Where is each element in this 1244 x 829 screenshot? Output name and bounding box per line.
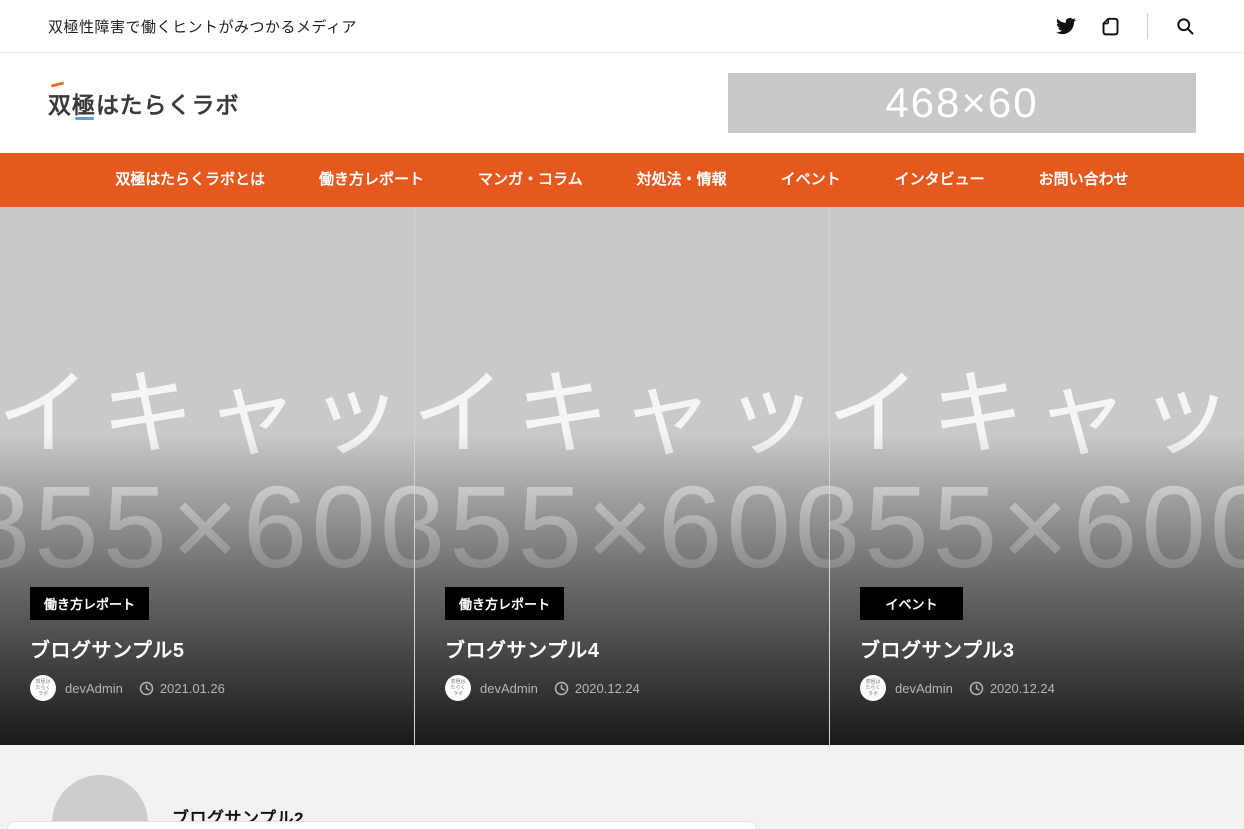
category-badge[interactable]: イベント: [860, 587, 963, 620]
hero-featured-posts: アイキャッチ 855×600 働き方レポート ブログサンプル5 双極はたらくラボ…: [0, 207, 1244, 745]
logo-blue-underline: [75, 117, 94, 120]
nav-item-about[interactable]: 双極はたらくラボとは: [88, 153, 292, 207]
site-logo[interactable]: 双極はたらくラボ: [48, 86, 240, 120]
category-badge[interactable]: 働き方レポート: [445, 587, 564, 620]
hero-post-1[interactable]: アイキャッチ 855×600 働き方レポート ブログサンプル5 双極はたらくラボ…: [0, 207, 414, 745]
post-title[interactable]: ブログサンプル4: [445, 634, 809, 663]
topbar-icons: [1055, 13, 1196, 39]
nav-item-contact[interactable]: お問い合わせ: [1012, 153, 1156, 207]
avatar-logo-text: 双極はたらくラボ: [449, 679, 467, 697]
latest-posts-section: アイキャッチ ブログサンプル2: [0, 745, 1244, 829]
main-nav: 双極はたらくラボとは 働き方レポート マンガ・コラム 対処法・情報 イベント イ…: [0, 153, 1244, 207]
post-meta: 双極はたらくラボ devAdmin 2021.01.26: [30, 675, 394, 701]
author-name: devAdmin: [65, 681, 123, 696]
nav-item-event[interactable]: イベント: [754, 153, 868, 207]
author-avatar: 双極はたらくラボ: [445, 675, 471, 701]
nav-item-coping-info[interactable]: 対処法・情報: [610, 153, 754, 207]
site-header: 双極はたらくラボ 468×60: [0, 53, 1244, 153]
author-name: devAdmin: [480, 681, 538, 696]
author-name: devAdmin: [895, 681, 953, 696]
post-title[interactable]: ブログサンプル3: [860, 634, 1224, 663]
author-avatar: 双極はたらくラボ: [860, 675, 886, 701]
ad-banner-468x60[interactable]: 468×60: [728, 73, 1196, 133]
top-bar: 双極性障害で働くヒントがみつかるメディア: [0, 0, 1244, 53]
hero-post-2[interactable]: アイキャッチ 855×600 働き方レポート ブログサンプル4 双極はたらくラボ…: [414, 207, 829, 745]
category-badge[interactable]: 働き方レポート: [30, 587, 149, 620]
hero-post-3[interactable]: アイキャッチ 855×600 イベント ブログサンプル3 双極はたらくラボ de…: [829, 207, 1244, 745]
hero-post-2-caption: 働き方レポート ブログサンプル4 双極はたらくラボ devAdmin 2020.…: [445, 587, 809, 701]
hero-post-3-caption: イベント ブログサンプル3 双極はたらくラボ devAdmin 2020.12.…: [860, 587, 1224, 701]
nav-item-manga-column[interactable]: マンガ・コラム: [451, 153, 610, 207]
site-logo-text: 双極はたらくラボ: [48, 92, 240, 118]
twitter-icon[interactable]: [1055, 15, 1077, 37]
author-avatar: 双極はたらくラボ: [30, 675, 56, 701]
clock-icon: [554, 681, 569, 696]
post-date: 2020.12.24: [575, 681, 640, 696]
hero-post-1-caption: 働き方レポート ブログサンプル5 双極はたらくラボ devAdmin 2021.…: [30, 587, 394, 701]
article-list-card: [7, 821, 757, 829]
search-icon[interactable]: [1174, 15, 1196, 37]
note-icon[interactable]: [1099, 15, 1121, 37]
ad-banner-label: 468×60: [885, 79, 1038, 127]
post-meta: 双極はたらくラボ devAdmin 2020.12.24: [445, 675, 809, 701]
site-tagline: 双極性障害で働くヒントがみつかるメディア: [48, 16, 357, 37]
avatar-logo-text: 双極はたらくラボ: [34, 679, 52, 697]
topbar-divider: [1147, 13, 1148, 39]
post-title[interactable]: ブログサンプル5: [30, 634, 394, 663]
avatar-logo-text: 双極はたらくラボ: [864, 679, 882, 697]
nav-item-interview[interactable]: インタビュー: [868, 153, 1012, 207]
clock-icon: [969, 681, 984, 696]
post-date: 2020.12.24: [990, 681, 1055, 696]
logo-orange-accent: [51, 81, 64, 87]
nav-item-work-report[interactable]: 働き方レポート: [292, 153, 451, 207]
clock-icon: [139, 681, 154, 696]
post-meta: 双極はたらくラボ devAdmin 2020.12.24: [860, 675, 1224, 701]
post-date: 2021.01.26: [160, 681, 225, 696]
